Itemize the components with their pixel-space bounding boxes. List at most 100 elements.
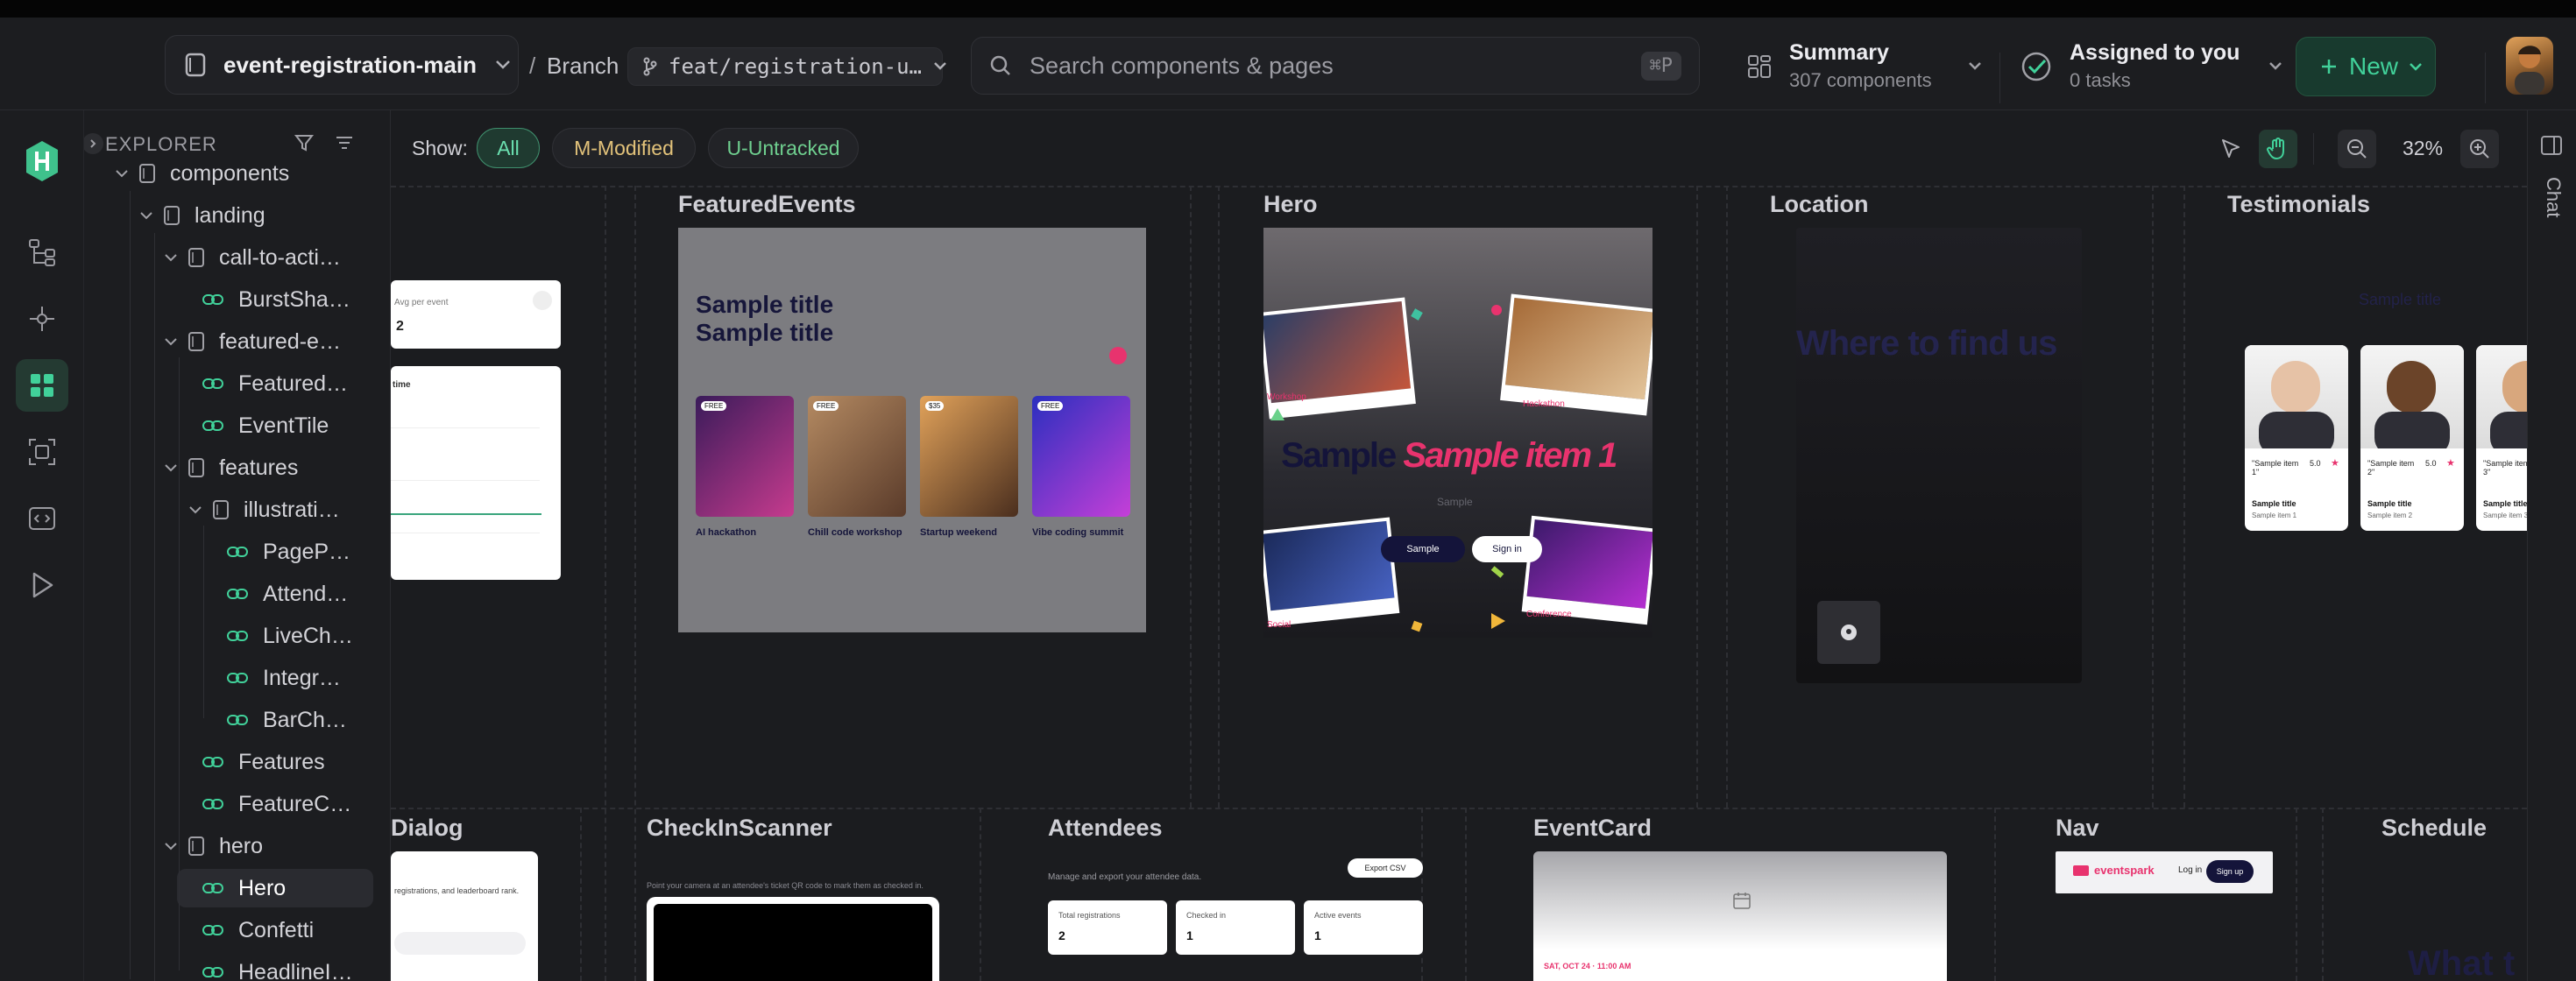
repo-selector[interactable]: event-registration-main <box>165 35 519 95</box>
new-button[interactable]: New <box>2296 37 2436 96</box>
testimonial-card[interactable]: "Sample item 1" 5.0 ★ Sample title Sample it… <box>2245 345 2348 531</box>
export-csv-button[interactable]: Export CSV <box>1348 858 1423 878</box>
frame-title-featuredevents[interactable]: FeaturedEvents <box>678 191 856 218</box>
nav-signup-button[interactable]: Sign up <box>2206 860 2254 883</box>
hero-primary-button[interactable]: Sample <box>1381 536 1465 562</box>
tree-folder[interactable]: components <box>110 154 289 193</box>
hero-headline-a: Sample <box>1281 436 1397 475</box>
tree-component[interactable]: EventTile <box>184 406 329 445</box>
frame-title-dialog[interactable]: Dialog <box>391 815 464 842</box>
search-bar[interactable]: Search components & pages ⌘P <box>971 37 1700 95</box>
featured-events-frame[interactable]: Sample title Sample title FREE AI hackath… <box>678 228 1146 632</box>
filter-icon[interactable] <box>291 130 317 156</box>
frame-title-schedule[interactable]: Schedule <box>2381 815 2487 842</box>
event-tile[interactable]: FREE Chill code workshop <box>808 396 906 541</box>
tree-indent-guide <box>130 191 131 979</box>
chevron-down-icon[interactable] <box>135 211 158 220</box>
tree-component[interactable]: FeatureC… <box>184 785 351 823</box>
attendees-frame[interactable]: Manage and export your attendee data. Ex… <box>1048 851 1423 981</box>
sort-icon[interactable] <box>331 130 357 156</box>
testimonial-card[interactable]: "Sample item 2" 5.0 ★ Sample title Sample it… <box>2360 345 2464 531</box>
frame-boundary <box>1190 186 1192 808</box>
tree-component[interactable]: Integr… <box>209 659 341 697</box>
avatar <box>2374 412 2450 448</box>
tree-component[interactable]: Confetti <box>184 911 314 949</box>
tree-component[interactable]: PageP… <box>209 533 350 571</box>
tree-component[interactable]: LiveCh… <box>209 617 353 655</box>
tree-component[interactable]: Features <box>184 743 325 781</box>
code-icon[interactable] <box>16 492 68 545</box>
show-label: Show: <box>412 137 468 159</box>
branch-selector[interactable]: feat/registration-u… <box>627 47 946 86</box>
tree-folder[interactable]: features <box>159 448 298 487</box>
frame-boundary <box>2183 186 2185 808</box>
tree-folder[interactable]: illustrati… <box>184 490 340 529</box>
collapse-toggle-icon[interactable] <box>84 133 103 154</box>
map-pin-icon[interactable] <box>1817 601 1880 664</box>
tree-folder[interactable]: call-to-acti… <box>159 238 341 277</box>
calendar-icon <box>1731 890 1752 915</box>
frame-title-attendees[interactable]: Attendees <box>1048 815 1163 842</box>
assigned-dropdown[interactable]: Assigned to you 0 tasks <box>2020 40 2283 92</box>
frame-title-nav[interactable]: Nav <box>2056 815 2099 842</box>
zoom-out-icon[interactable] <box>2338 130 2376 168</box>
filter-all-chip[interactable]: All <box>477 128 540 168</box>
tree-folder[interactable]: featured-e… <box>159 322 341 361</box>
app-logo-icon[interactable] <box>16 135 68 187</box>
user-avatar[interactable] <box>2506 37 2553 95</box>
tree-component[interactable]: HeadlineI… <box>184 953 353 981</box>
workflow-icon[interactable] <box>16 293 68 345</box>
nav-preview[interactable]: eventspark Log in Sign up <box>2056 851 2273 893</box>
frame-title-checkinscanner[interactable]: CheckInScanner <box>647 815 832 842</box>
summary-dropdown[interactable]: Summary 307 components <box>1747 40 1983 92</box>
frame-title-testimonials[interactable]: Testimonials <box>2227 191 2370 218</box>
attendee-stat-card: Checked in 1 <box>1176 900 1295 955</box>
panel-toggle-icon[interactable] <box>2540 135 2563 156</box>
chevron-down-icon[interactable] <box>184 505 207 514</box>
hero-headline: Sample Sample item 1 <box>1281 436 1617 476</box>
nav-login-link[interactable]: Log in <box>2178 865 2202 875</box>
chevron-down-icon[interactable] <box>159 253 182 262</box>
tree-component[interactable]: BarCh… <box>209 701 347 739</box>
tree-component[interactable]: Attend… <box>209 575 348 613</box>
tree-component[interactable]: Featured… <box>184 364 348 403</box>
hand-icon[interactable] <box>2259 130 2297 168</box>
frame-title-hero[interactable]: Hero <box>1263 191 1318 218</box>
tree-folder[interactable]: hero <box>159 827 263 865</box>
filter-untracked-chip[interactable]: U-Untracked <box>708 128 859 168</box>
pointer-icon[interactable] <box>2213 131 2248 166</box>
play-icon[interactable] <box>16 559 68 611</box>
event-tile-name: Vibe coding summit <box>1032 527 1124 538</box>
filter-modified-chip[interactable]: M-Modified <box>552 128 696 168</box>
zoom-in-icon[interactable] <box>2460 130 2499 168</box>
event-card-frame[interactable]: SAT, OCT 24 · 11:00 AM <box>1533 851 1947 981</box>
featured-title-line2: Sample title <box>696 319 834 346</box>
event-tile[interactable]: FREE Vibe coding summit <box>1032 396 1130 541</box>
tree-component[interactable]: Hero <box>177 869 373 907</box>
event-tile[interactable]: FREE AI hackathon <box>696 396 794 541</box>
frame-title-location[interactable]: Location <box>1770 191 1869 218</box>
tree-item-label: Attend… <box>263 581 349 606</box>
hierarchy-icon[interactable] <box>16 226 68 279</box>
event-tile[interactable]: $35 Startup weekend <box>920 396 1018 541</box>
chevron-down-icon[interactable] <box>159 337 182 346</box>
frame-title-eventcard[interactable]: EventCard <box>1533 815 1652 842</box>
testimonial-card[interactable]: "Sample item 3"5.0★Sample titleSample it… <box>2476 345 2527 531</box>
view-all-link[interactable] <box>1055 347 1127 364</box>
design-canvas[interactable]: FeaturedEvents Hero Location Testimonial… <box>391 186 2527 981</box>
checkin-scanner-frame[interactable]: Point your camera at an attendee's ticke… <box>647 851 945 981</box>
components-grid-icon[interactable] <box>16 359 68 412</box>
chevron-down-icon <box>494 60 512 70</box>
event-price-badge: $35 <box>925 401 945 411</box>
attendee-stat-card: Active events 1 <box>1304 900 1423 955</box>
chevron-down-icon[interactable] <box>110 169 133 178</box>
frame-icon[interactable] <box>16 426 68 478</box>
tree-item-label: FeatureC… <box>238 791 352 816</box>
hero-frame[interactable]: Workshop Hackathon Social Conference Sam… <box>1263 228 1652 638</box>
hero-signin-button[interactable]: Sign in <box>1472 536 1542 562</box>
canvas-toolbar: Show: All M-Modified U-Untracked 32% <box>391 110 2527 186</box>
tree-folder[interactable]: landing <box>135 196 265 235</box>
chat-tab-label[interactable]: Chat <box>2542 177 2565 217</box>
tree-component[interactable]: BurstSha… <box>184 280 350 319</box>
location-frame[interactable]: Where to find us <box>1796 228 2082 683</box>
